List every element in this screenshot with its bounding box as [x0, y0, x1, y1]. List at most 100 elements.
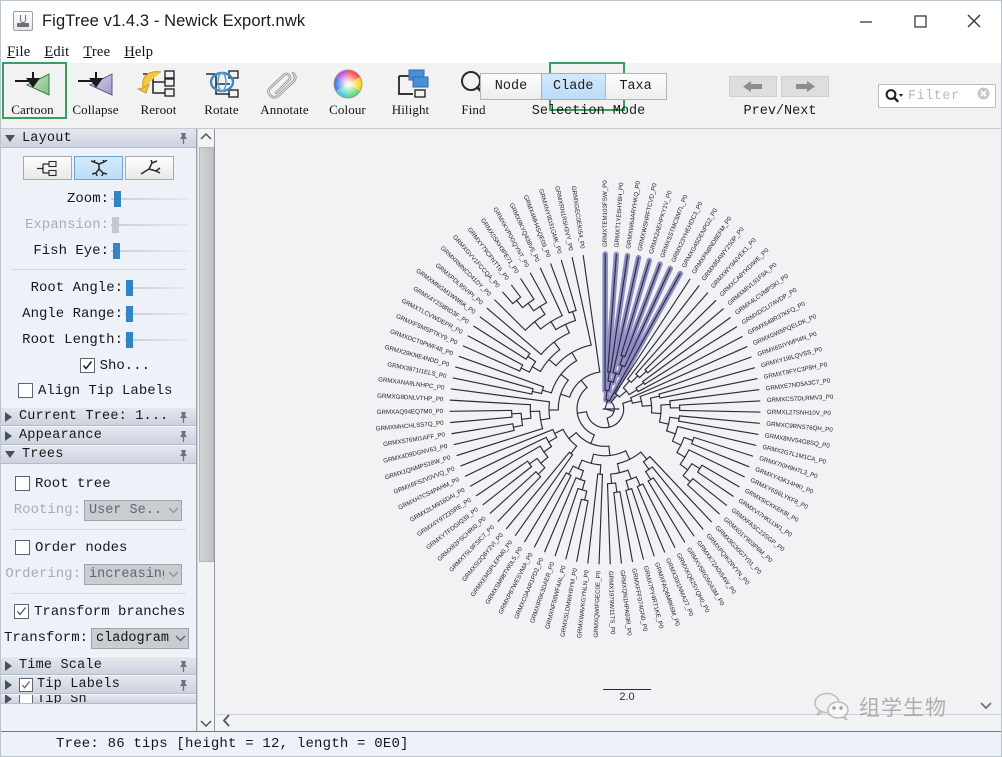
pin-icon[interactable] — [177, 132, 190, 150]
selection-mode-node[interactable]: Node — [480, 73, 542, 100]
menu-bar: File Edit Tree Help — [1, 41, 1001, 63]
svg-text:GRMXL27SNH10V_P0: GRMXL27SNH10V_P0 — [767, 409, 832, 417]
collapse-button[interactable]: Collapse — [64, 63, 127, 121]
menu-edit[interactable]: Edit — [44, 44, 69, 61]
scroll-up-arrow[interactable] — [198, 129, 214, 145]
sidebar-divider — [11, 529, 186, 530]
menu-help[interactable]: Help — [124, 44, 153, 61]
collapse-icon — [74, 67, 118, 101]
root-angle-slider[interactable] — [125, 280, 188, 296]
hilight-icon — [389, 67, 433, 101]
expansion-label: Expansion: — [24, 217, 109, 233]
transform-value: cladogram — [96, 630, 169, 646]
chevron-right-icon — [5, 695, 12, 703]
section-header-layout[interactable]: Layout — [1, 129, 196, 148]
svg-text:GRMX1979W11TS_P0: GRMX1979W11TS_P0 — [607, 571, 616, 635]
root-tree-checkbox[interactable] — [15, 476, 30, 491]
close-icon[interactable] — [947, 1, 1001, 41]
ordering-label: Ordering: — [5, 566, 81, 582]
svg-text:GRMXCS7DLRMV3_P0: GRMXCS7DLRMV3_P0 — [767, 394, 835, 405]
minimize-icon[interactable] — [839, 1, 893, 41]
tip-labels-checkbox[interactable] — [19, 677, 33, 692]
arrow-right-icon — [796, 81, 815, 92]
angle-range-slider[interactable] — [125, 306, 188, 322]
annotate-label: Annotate — [260, 102, 309, 117]
order-nodes-checkbox[interactable] — [15, 540, 30, 555]
show-checkbox[interactable] — [79, 358, 95, 373]
menu-tree[interactable]: Tree — [83, 44, 110, 61]
zoom-slider[interactable] — [111, 191, 188, 207]
collapse-label: Collapse — [72, 102, 119, 117]
chevron-left-icon[interactable] — [221, 714, 232, 732]
rooting-label: Rooting: — [13, 502, 81, 518]
transform-label: Transform: — [4, 630, 89, 646]
panel-collapse-caret[interactable] — [979, 699, 993, 717]
sidebar-scrollbar[interactable] — [197, 129, 214, 731]
root-angle-label: Root Angle: — [30, 280, 123, 296]
pin-icon[interactable] — [177, 449, 190, 467]
transform-branches-checkbox[interactable] — [14, 604, 29, 619]
ordering-value: increasing — [89, 566, 164, 582]
section-header-appearance[interactable]: Appearance — [1, 426, 196, 445]
root-length-slider[interactable] — [125, 332, 188, 348]
section-title-appearance: Appearance — [19, 428, 103, 443]
rooting-select[interactable]: User Se... — [84, 499, 182, 521]
clear-circle-icon[interactable] — [977, 87, 990, 105]
ordering-select[interactable]: increasing — [84, 563, 182, 585]
slider-row-root-length: Root Length: — [1, 327, 196, 353]
reroot-button[interactable]: Reroot — [127, 63, 190, 121]
sidebar-divider — [11, 593, 186, 594]
polar-layout-button[interactable] — [74, 156, 123, 180]
transform-select[interactable]: cladogram — [91, 627, 190, 649]
selection-mode-taxa[interactable]: Taxa — [604, 73, 667, 100]
prev-button[interactable] — [729, 76, 777, 97]
sidebar-divider — [11, 269, 186, 270]
arrow-left-icon — [743, 81, 762, 92]
prev-next-label: Prev/Next — [743, 104, 817, 119]
fisheye-label: Fish Eye: — [33, 243, 109, 259]
rooting-row: Rooting: User Se... — [1, 496, 196, 524]
section-body-trees: Root tree Rooting: User Se... Order node… — [1, 464, 196, 656]
radial-layout-button[interactable] — [125, 156, 174, 180]
tree-canvas[interactable]: GRMXTEM103FSW_P0 GRMXT1YE6HY8H_P0 GRMXW64A… — [214, 129, 1001, 714]
maximize-icon[interactable] — [893, 1, 947, 41]
section-header-partial[interactable]: Tip Sh — [1, 694, 196, 704]
scroll-down-arrow[interactable] — [198, 715, 214, 731]
align-tip-labels-checkbox[interactable] — [18, 383, 33, 398]
rectangular-layout-button[interactable] — [23, 156, 72, 180]
scrollbar-thumb[interactable] — [199, 147, 214, 562]
cartoon-button[interactable]: Cartoon — [1, 63, 64, 121]
selection-mode-clade[interactable]: Clade — [541, 73, 606, 100]
annotate-icon — [263, 67, 307, 101]
colour-wheel-icon — [331, 67, 365, 101]
menu-file[interactable]: File — [7, 44, 30, 61]
partial-checkbox[interactable] — [19, 695, 33, 703]
slider-row-fisheye: Fish Eye: — [1, 238, 196, 264]
layout-button-group — [1, 156, 196, 180]
transform-branches-row: Transform branches — [1, 599, 196, 624]
next-button[interactable] — [781, 76, 829, 97]
colour-button[interactable]: Colour — [316, 63, 379, 121]
section-header-tip-labels[interactable]: Tip Labels — [1, 675, 196, 694]
selection-mode-group: Node Clade Taxa — [480, 73, 667, 100]
slider-row-zoom: Zoom: — [1, 186, 196, 212]
fisheye-slider[interactable] — [111, 243, 188, 259]
selection-mode-label: Selection Mode — [531, 104, 646, 119]
svg-text:GRMXMHCHLSS7Q_P0: GRMXMHCHLSS7Q_P0 — [375, 420, 444, 433]
hilight-button[interactable]: Hilight — [379, 63, 442, 121]
svg-text:GRMXQN1HPA93R_P0: GRMXQN1HPA93R_P0 — [619, 570, 633, 637]
svg-text:GRMXANA9LNHPC_P0: GRMXANA9LNHPC_P0 — [378, 376, 446, 392]
svg-text:GRMXWAVKGYNLN_P0: GRMXWAVKGYNLN_P0 — [576, 569, 591, 638]
filter-field[interactable]: Filter — [878, 84, 996, 108]
section-header-current-tree[interactable]: Current Tree: 1... — [1, 407, 196, 426]
rotate-button[interactable]: Rotate — [190, 63, 253, 121]
hilight-label: Hilight — [391, 102, 430, 117]
prev-next-group — [729, 76, 833, 97]
annotate-button[interactable]: Annotate — [253, 63, 316, 121]
slider-row-root-angle: Root Angle: — [1, 275, 196, 301]
section-header-time-scale[interactable]: Time Scale — [1, 656, 196, 675]
colour-label: Colour — [329, 102, 366, 117]
cartoon-icon — [11, 67, 55, 101]
section-header-trees[interactable]: Trees — [1, 445, 196, 464]
filter-placeholder: Filter — [908, 88, 960, 104]
